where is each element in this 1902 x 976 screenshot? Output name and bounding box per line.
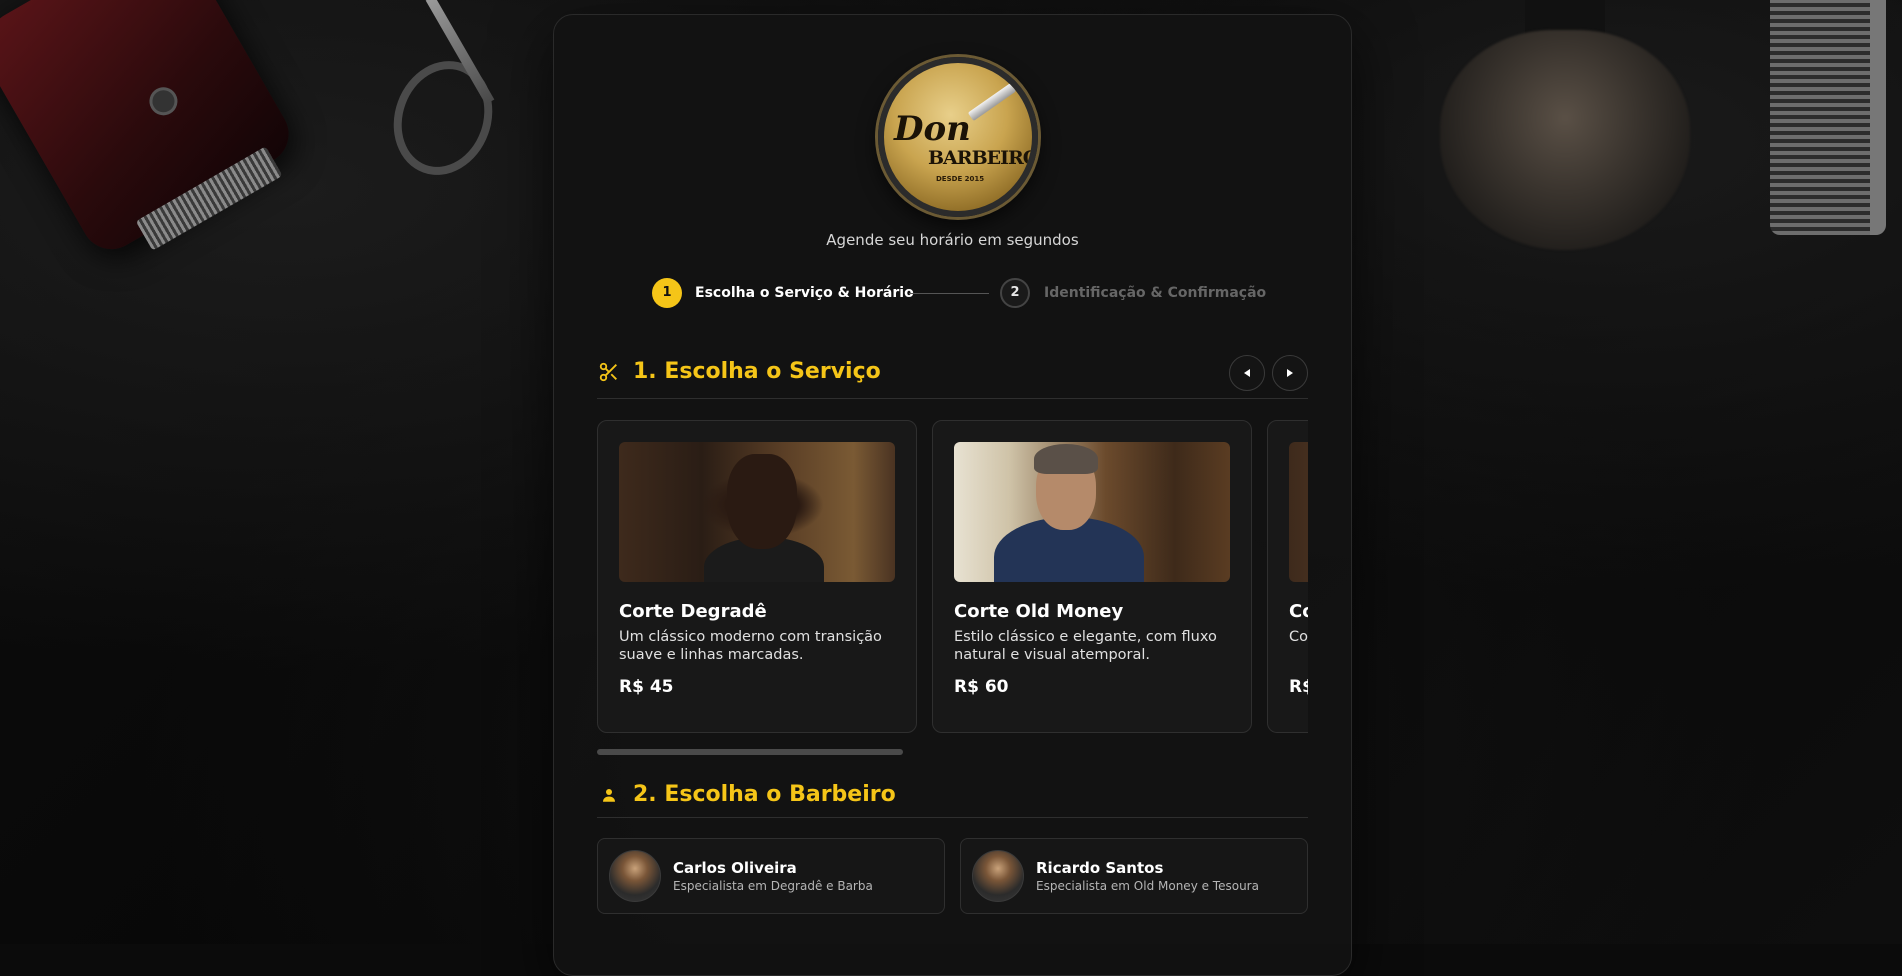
service-card-partial[interactable]: Co Co dia R$ [1267, 420, 1308, 733]
scissors-decoration [378, 0, 508, 189]
caret-left-icon [1244, 369, 1250, 377]
shaving-brush-decoration [1440, 0, 1690, 250]
section-divider [597, 398, 1308, 399]
carousel-scrollbar-thumb[interactable] [597, 749, 903, 755]
service-title: Corte Degradê [619, 601, 767, 622]
service-price: R$ 60 [954, 677, 1009, 697]
service-image [1289, 442, 1308, 582]
booking-stepper: 1 Escolha o Serviço & Horário 2 Identifi… [652, 278, 1266, 312]
service-image [619, 442, 895, 582]
step-connector [909, 293, 989, 294]
service-description: Um clássico moderno com transição suave … [619, 629, 882, 663]
step-2-label: Identificação & Confirmação [1044, 285, 1267, 301]
barber-name: Carlos Oliveira [673, 859, 797, 877]
caret-right-icon [1287, 369, 1293, 377]
service-image [954, 442, 1230, 582]
service-card-corte-old-money[interactable]: Corte Old Money Estilo clássico e elegan… [932, 420, 1252, 733]
avatar [609, 850, 661, 902]
booking-panel: Don BARBEIRO DESDE 2015 Agende seu horár… [553, 14, 1352, 976]
barbers-section-title: 2. Escolha o Barbeiro [597, 782, 896, 807]
carousel-scrollbar[interactable] [597, 749, 1308, 755]
tagline: Agende seu horário em segundos [826, 231, 1079, 249]
service-title: Corte Old Money [954, 601, 1124, 622]
avatar [972, 850, 1024, 902]
brand-logo: Don BARBEIRO DESDE 2015 [878, 57, 1038, 217]
step-1-label: Escolha o Serviço & Horário [695, 285, 914, 301]
services-section-title: 1. Escolha o Serviço [597, 359, 881, 384]
carousel-next-button[interactable] [1272, 355, 1308, 391]
comb-decoration [1770, 0, 1886, 235]
person-icon [597, 783, 621, 807]
service-price: R$ [1289, 677, 1308, 697]
step-1-indicator[interactable]: 1 [652, 278, 682, 308]
service-title: Co [1289, 601, 1308, 622]
service-price: R$ 45 [619, 677, 674, 697]
service-card-corte-degrade[interactable]: Corte Degradê Um clássico moderno com tr… [597, 420, 917, 733]
step-2-indicator[interactable]: 2 [1000, 278, 1030, 308]
carousel-prev-button[interactable] [1229, 355, 1265, 391]
section-divider [597, 817, 1308, 818]
scissors-icon [597, 360, 621, 384]
service-description: Co dia [1289, 629, 1308, 645]
barber-name: Ricardo Santos [1036, 859, 1164, 877]
barber-specialty: Especialista em Degradê e Barba [673, 879, 873, 893]
services-carousel[interactable]: Corte Degradê Um clássico moderno com tr… [597, 420, 1308, 735]
barber-card-ricardo-santos[interactable]: Ricardo Santos Especialista em Old Money… [960, 838, 1308, 914]
barber-specialty: Especialista em Old Money e Tesoura [1036, 879, 1259, 893]
service-description: Estilo clássico e elegante, com fluxo na… [954, 629, 1217, 663]
barber-card-carlos-oliveira[interactable]: Carlos Oliveira Especialista em Degradê … [597, 838, 945, 914]
